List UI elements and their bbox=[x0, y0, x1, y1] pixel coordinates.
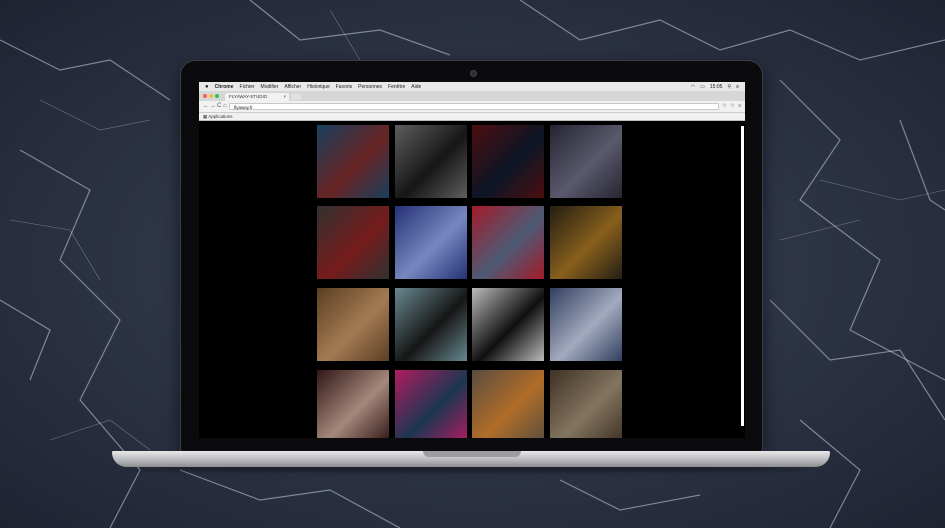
menu-item-personnes[interactable]: Personnes bbox=[358, 84, 382, 90]
webcam bbox=[470, 70, 477, 77]
gallery-tile-glass-case[interactable] bbox=[550, 288, 622, 361]
reload-icon[interactable]: C bbox=[217, 103, 221, 110]
star-icon[interactable]: ☆ bbox=[722, 103, 727, 110]
home-icon[interactable]: ⌂ bbox=[223, 103, 227, 110]
list-icon[interactable]: ≡ bbox=[736, 84, 739, 90]
menu-item-favoris[interactable]: Favoris bbox=[336, 84, 352, 90]
minimize-window-icon[interactable] bbox=[209, 94, 213, 98]
apple-icon[interactable]: ● bbox=[205, 84, 209, 90]
back-icon[interactable]: ← bbox=[203, 103, 209, 110]
bookmark-applications[interactable]: Applications bbox=[208, 114, 232, 119]
gallery-tile-portrait-finger[interactable] bbox=[317, 370, 389, 438]
gallery-tile-blue-forest[interactable] bbox=[395, 206, 467, 279]
menu-app-name[interactable]: Chrome bbox=[215, 84, 234, 90]
gallery-tile-speaker-wall[interactable] bbox=[550, 206, 622, 279]
gallery-tile-stage-studio[interactable] bbox=[317, 125, 389, 198]
gallery-tile-mr-andre[interactable] bbox=[395, 370, 467, 438]
laptop-notch bbox=[423, 451, 521, 457]
gallery-tile-red-sculpture[interactable] bbox=[472, 206, 544, 279]
gallery-tile-bicycle-installation[interactable] bbox=[395, 125, 467, 198]
browser-toolbar: ← → C ⌂ flyaway.fr ☆ ☆ ≡ bbox=[199, 101, 745, 113]
tab-close-icon[interactable]: × bbox=[283, 93, 286, 101]
forward-icon[interactable]: → bbox=[210, 103, 216, 110]
menu-item-modifier[interactable]: Modifier bbox=[261, 84, 279, 90]
close-window-icon[interactable] bbox=[203, 94, 207, 98]
new-tab-button[interactable] bbox=[291, 94, 301, 100]
gallery-tile-dior-stripes[interactable] bbox=[472, 288, 544, 361]
gallery-tile-red-room[interactable] bbox=[472, 125, 544, 198]
menu-item-fichier[interactable]: Fichier bbox=[240, 84, 255, 90]
menu-item-fenetre[interactable]: Fenêtre bbox=[388, 84, 405, 90]
gallery-tile-i-am-jordan[interactable] bbox=[395, 288, 467, 361]
menubar-clock[interactable]: 15:05 bbox=[710, 84, 723, 90]
mac-menubar: ● Chrome Fichier Modifier Afficher Histo… bbox=[199, 82, 745, 91]
menu-item-aide[interactable]: Aide bbox=[411, 84, 421, 90]
search-icon[interactable]: ⚲ bbox=[727, 84, 731, 90]
gallery-tile-converse-wall[interactable] bbox=[317, 206, 389, 279]
page-content bbox=[199, 122, 745, 438]
menu-item-afficher[interactable]: Afficher bbox=[284, 84, 301, 90]
battery-icon[interactable]: ▭ bbox=[700, 84, 705, 90]
tab-flyaway[interactable]: FLYAWAY-STUDIO × bbox=[225, 93, 289, 101]
bookmark-star-icon[interactable]: ☆ bbox=[730, 103, 735, 110]
tab-title: FLYAWAY-STUDIO bbox=[229, 94, 268, 99]
laptop-screen: ● Chrome Fichier Modifier Afficher Histo… bbox=[199, 82, 745, 438]
zoom-window-icon[interactable] bbox=[215, 94, 219, 98]
gallery-tile-dark-display[interactable] bbox=[550, 125, 622, 198]
gallery-tile-store-front[interactable] bbox=[550, 370, 622, 438]
gallery-tile-basketball-never-stops[interactable] bbox=[472, 370, 544, 438]
scrollbar[interactable] bbox=[741, 126, 744, 426]
apps-icon[interactable]: ▦ bbox=[203, 114, 207, 119]
address-bar[interactable]: flyaway.fr bbox=[229, 103, 719, 110]
bookmarks-bar: ▦ Applications bbox=[199, 113, 745, 121]
address-url: flyaway.fr bbox=[234, 105, 253, 110]
chrome-menu-icon[interactable]: ≡ bbox=[738, 103, 741, 110]
wifi-icon[interactable]: ◠ bbox=[691, 84, 695, 90]
menu-item-historique[interactable]: Historique bbox=[307, 84, 330, 90]
gallery-tile-shop-interior[interactable] bbox=[317, 288, 389, 361]
tab-strip: FLYAWAY-STUDIO × bbox=[199, 91, 745, 101]
